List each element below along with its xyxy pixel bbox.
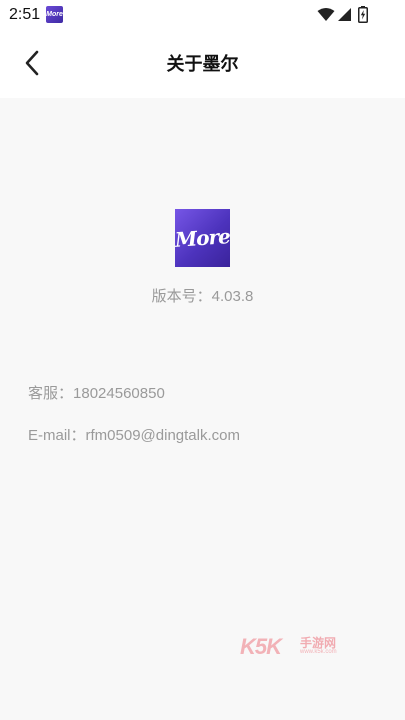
back-button[interactable] — [14, 45, 50, 81]
status-app-icon: More — [46, 6, 63, 23]
watermark: K5K 手游网 www.k5k.com — [240, 632, 352, 662]
signal-icon — [338, 8, 351, 21]
app-logo-text: More — [174, 224, 231, 252]
wifi-icon — [317, 8, 335, 21]
page-title: 关于墨尔 — [166, 54, 239, 74]
email-address[interactable]: rfm0509@dingtalk.com — [86, 427, 240, 444]
version-value: 4.03.8 — [211, 288, 254, 305]
customer-service-row: 客服：18024560850 — [28, 384, 165, 404]
about-content: More 版本号：4.03.8 客服：18024560850 E-mail：rf… — [0, 98, 405, 720]
chevron-left-icon — [25, 50, 39, 76]
status-bar: 2:51 More — [0, 0, 405, 30]
header: 关于墨尔 — [0, 30, 405, 98]
watermark-url: www.k5k.com — [300, 649, 337, 655]
email-row: E-mail：rfm0509@dingtalk.com — [28, 426, 240, 446]
version-label: 版本号： — [151, 288, 212, 305]
email-label: E-mail： — [28, 427, 86, 444]
version-info: 版本号：4.03.8 — [0, 287, 405, 307]
status-app-icon-text: More — [46, 11, 63, 18]
status-time: 2:51 — [9, 6, 41, 23]
watermark-letters: K5K — [240, 634, 282, 659]
service-phone[interactable]: 18024560850 — [73, 385, 165, 402]
battery-icon — [358, 6, 368, 23]
app-logo: More — [174, 209, 231, 267]
status-icons — [317, 6, 375, 24]
service-label: 客服： — [28, 385, 74, 402]
